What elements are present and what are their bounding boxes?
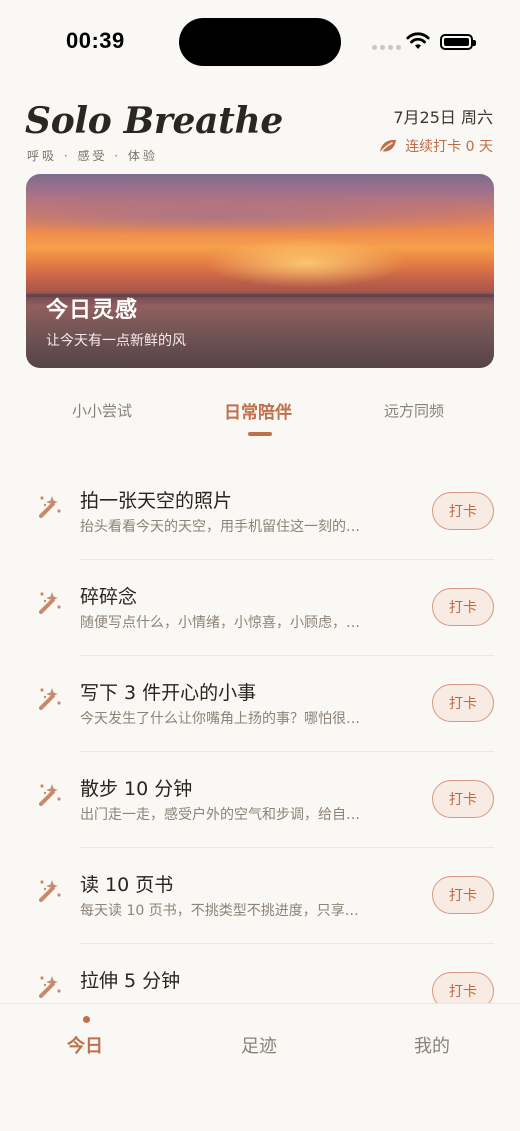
status-time: 00:39 [66,28,125,53]
app-tagline: 呼吸 · 感受 · 体验 [27,149,158,163]
magic-wand-icon [39,880,61,902]
item-title: 拍一张天空的照片 [80,490,233,512]
dynamic-island [179,18,341,66]
tab-daily-companion[interactable]: 日常陪伴 [224,398,292,423]
wifi-icon [406,32,430,49]
date-label: 7月25日 周六 [393,108,493,127]
category-tabs: 小小尝试 日常陪伴 远方同频 [0,400,520,440]
active-nav-dot [83,1016,90,1023]
battery-icon [440,34,476,50]
list-item: 读 10 页书 每天读 10 页书，不挑类型不挑进度，只享… 打卡 [0,848,520,944]
item-description: 随便写点什么，小情绪，小惊喜，小顾虑，… [80,615,360,631]
active-tab-indicator [248,432,272,436]
item-description: 每天读 10 页书，不挑类型不挑进度，只享… [80,903,359,919]
magic-wand-icon [39,976,61,998]
magic-wand-icon [39,688,61,710]
item-title: 碎碎念 [80,586,138,608]
item-title: 散步 10 分钟 [80,778,193,800]
list-item: 拉伸 5 分钟 打卡 [0,944,520,1004]
item-title: 拉伸 5 分钟 [80,970,181,992]
item-description: 出门走一走，感受户外的空气和步调，给自… [80,807,360,823]
magic-wand-icon [39,784,61,806]
streak-counter: 连续打卡 0 天 [379,136,493,156]
app-screen: 00:39 Solo Breathe 呼吸 · 感受 · 体验 7月25日 周六… [0,0,520,1131]
checkin-button[interactable]: 打卡 [432,684,494,722]
list-item: 写下 3 件开心的小事 今天发生了什么让你嘴角上扬的事？哪怕很… 打卡 [0,656,520,752]
task-list: 拍一张天空的照片 抬头看看今天的天空，用手机留住这一刻的… 打卡 碎碎念 随便写… [0,464,520,1004]
nav-today[interactable]: 今日 [67,1032,103,1058]
checkin-button[interactable]: 打卡 [432,492,494,530]
item-title: 读 10 页书 [80,874,174,896]
hero-clouds [26,196,494,236]
bottom-tab-bar: 今日 足迹 我的 [0,1003,520,1131]
magic-wand-icon [39,496,61,518]
checkin-button[interactable]: 打卡 [432,588,494,626]
list-item: 拍一张天空的照片 抬头看看今天的天空，用手机留住这一刻的… 打卡 [0,464,520,560]
checkin-button[interactable]: 打卡 [432,876,494,914]
app-title: Solo Breathe [25,100,283,142]
magic-wand-icon [39,592,61,614]
nav-mine[interactable]: 我的 [414,1032,450,1058]
tab-distant-sync[interactable]: 远方同频 [384,400,444,421]
checkin-button[interactable]: 打卡 [432,780,494,818]
leaf-icon [379,139,397,154]
nav-footprints[interactable]: 足迹 [241,1032,277,1058]
streak-label: 连续打卡 0 天 [405,139,493,155]
tab-small-tries[interactable]: 小小尝试 [72,400,132,421]
hero-title: 今日灵感 [46,298,139,323]
cellular-signal-icon [372,45,401,50]
hero-banner[interactable]: 今日灵感 让今天有一点新鲜的风 [26,174,494,368]
list-item: 散步 10 分钟 出门走一走，感受户外的空气和步调，给自… 打卡 [0,752,520,848]
item-title: 写下 3 件开心的小事 [80,682,257,704]
list-item: 碎碎念 随便写点什么，小情绪，小惊喜，小顾虑，… 打卡 [0,560,520,656]
item-description: 抬头看看今天的天空，用手机留住这一刻的… [80,519,360,535]
hero-subtitle: 让今天有一点新鲜的风 [46,333,186,349]
checkin-button[interactable]: 打卡 [432,972,494,1004]
item-description: 今天发生了什么让你嘴角上扬的事？哪怕很… [80,711,360,727]
